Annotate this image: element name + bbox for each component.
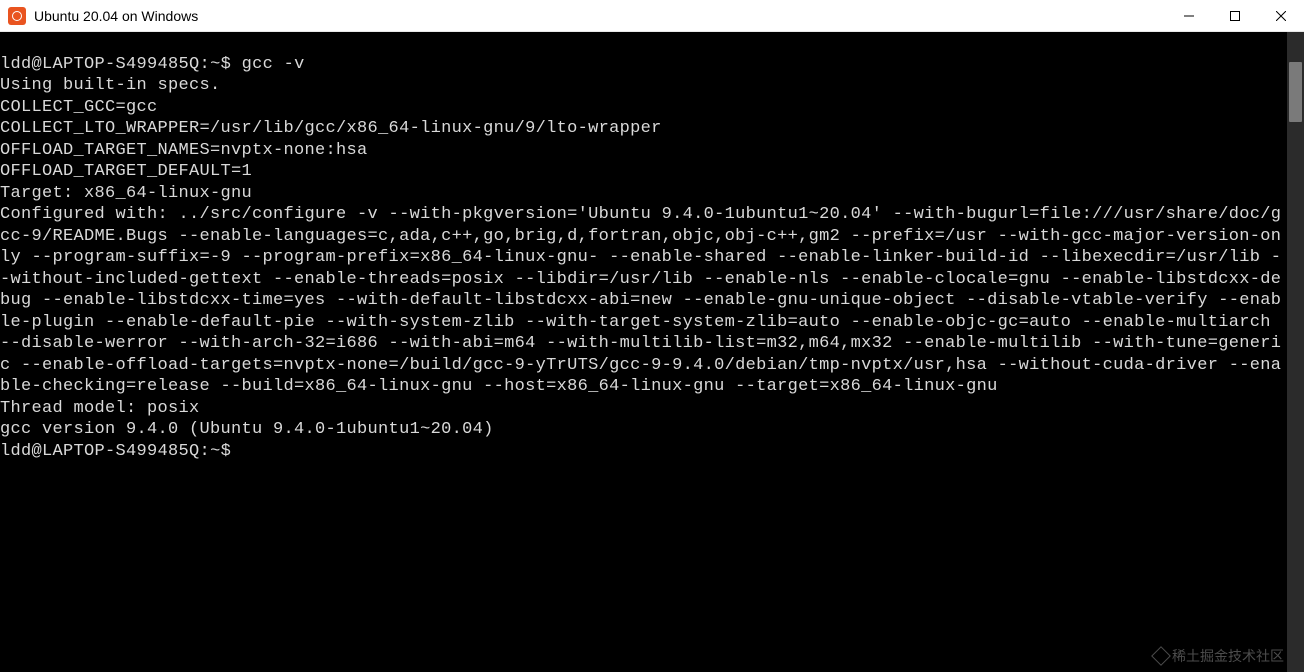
watermark: 稀土掘金技术社区 <box>1154 646 1284 666</box>
watermark-icon <box>1151 646 1171 666</box>
window-controls <box>1166 0 1304 31</box>
watermark-text: 稀土掘金技术社区 <box>1172 646 1284 666</box>
maximize-button[interactable] <box>1212 0 1258 32</box>
prompt-sep: : <box>200 442 211 461</box>
output-line: COLLECT_LTO_WRAPPER=/usr/lib/gcc/x86_64-… <box>0 119 662 138</box>
output-line: OFFLOAD_TARGET_DEFAULT=1 <box>0 162 252 181</box>
close-button[interactable] <box>1258 0 1304 32</box>
scrollbar-track[interactable] <box>1287 32 1304 672</box>
output-line: COLLECT_GCC=gcc <box>0 98 158 117</box>
scrollbar-thumb[interactable] <box>1289 62 1302 122</box>
window-title: Ubuntu 20.04 on Windows <box>34 8 1166 24</box>
prompt-user-host: ldd@LAPTOP-S499485Q <box>0 55 200 74</box>
prompt-dollar: $ <box>221 442 242 461</box>
prompt-sep: : <box>200 55 211 74</box>
output-line: Target: x86_64-linux-gnu <box>0 184 252 203</box>
prompt-user-host: ldd@LAPTOP-S499485Q <box>0 442 200 461</box>
prompt-dollar: $ <box>221 55 242 74</box>
command-text: gcc -v <box>242 55 305 74</box>
output-line: Thread model: posix <box>0 399 200 418</box>
output-line: Configured with: ../src/configure -v --w… <box>0 205 1281 396</box>
prompt-path: ~ <box>210 55 221 74</box>
titlebar: Ubuntu 20.04 on Windows <box>0 0 1304 32</box>
terminal-content[interactable]: ldd@LAPTOP-S499485Q:~$ gcc -v Using buil… <box>0 32 1287 672</box>
terminal-area[interactable]: ldd@LAPTOP-S499485Q:~$ gcc -v Using buil… <box>0 32 1304 672</box>
ubuntu-icon <box>8 7 26 25</box>
minimize-button[interactable] <box>1166 0 1212 32</box>
prompt-path: ~ <box>210 442 221 461</box>
output-line: gcc version 9.4.0 (Ubuntu 9.4.0-1ubuntu1… <box>0 420 494 439</box>
output-line: Using built-in specs. <box>0 76 221 95</box>
output-line: OFFLOAD_TARGET_NAMES=nvptx-none:hsa <box>0 141 368 160</box>
